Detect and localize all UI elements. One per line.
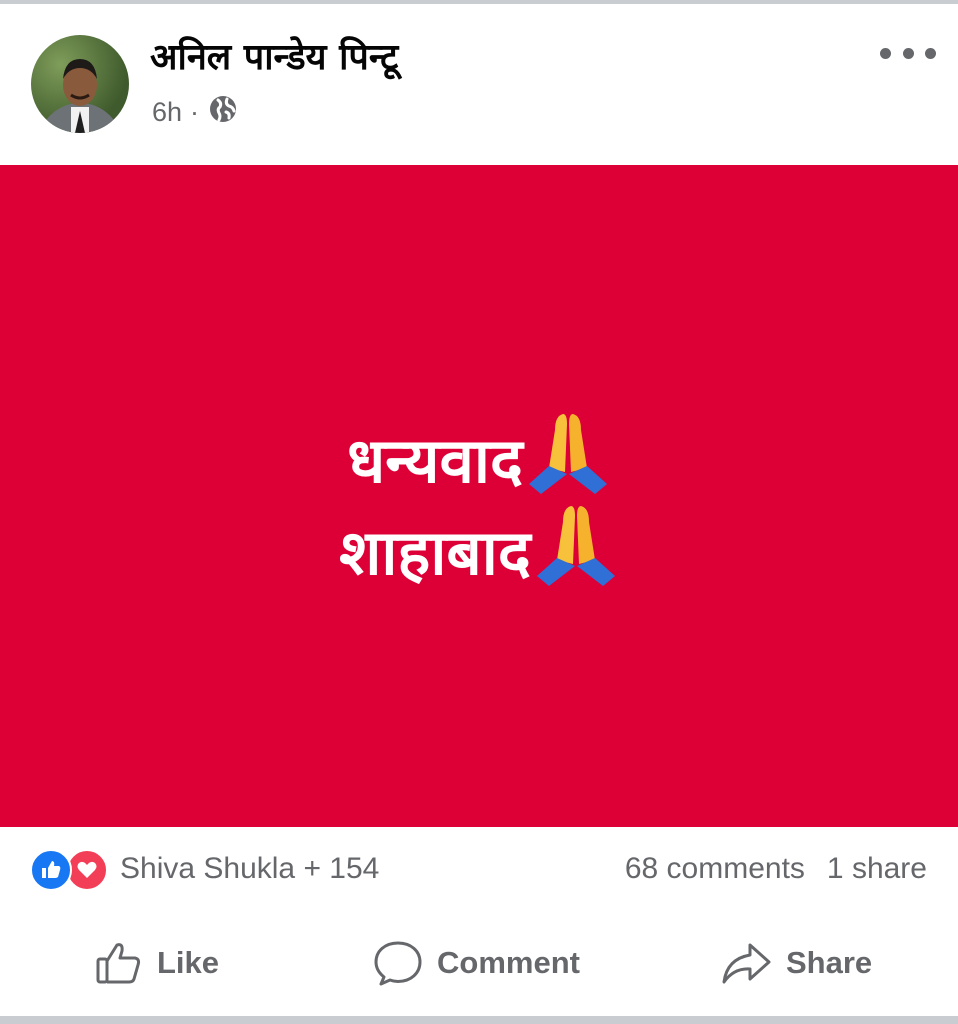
love-reaction-icon	[66, 849, 108, 891]
share-label: Share	[786, 945, 873, 980]
reaction-summary[interactable]: Shiva Shukla + 154	[30, 846, 379, 892]
post-image-line-2: शाहाबाद	[0, 502, 958, 593]
post-time[interactable]: 6h	[152, 97, 182, 128]
like-label: Like	[157, 945, 220, 980]
place-text: शाहाबाद	[339, 516, 531, 589]
thumbs-up-icon	[96, 943, 141, 984]
globe-icon[interactable]	[209, 95, 237, 130]
bottom-divider	[0, 1016, 958, 1024]
share-button[interactable]: Share	[720, 930, 872, 996]
post-meta: 6h ·	[152, 95, 237, 129]
more-dot	[902, 47, 914, 59]
comment-button[interactable]: Comment	[373, 930, 580, 996]
folded-hands-icon	[536, 506, 615, 586]
more-dot	[880, 47, 891, 59]
post-actions: Like Comment Share	[0, 930, 958, 996]
meta-separator: ·	[190, 96, 200, 127]
comment-label: Comment	[437, 945, 580, 980]
like-button[interactable]: Like	[95, 930, 219, 996]
post-image[interactable]: धन्यवाद शाहाबाद	[0, 165, 958, 827]
like-reaction-icon	[30, 849, 72, 891]
share-icon	[722, 943, 771, 984]
top-divider	[0, 0, 958, 4]
shares-count[interactable]: 1 share	[827, 852, 927, 886]
more-dot	[925, 47, 936, 59]
post-image-line-1: धन्यवाद	[0, 410, 958, 501]
author-name[interactable]: अनिल पान्डेय पिन्टू	[150, 36, 398, 80]
reaction-names: Shiva Shukla + 154	[120, 852, 380, 885]
folded-hands-icon	[528, 414, 607, 494]
comments-count[interactable]: 68 comments	[625, 852, 805, 886]
reaction-icons	[30, 848, 114, 891]
author-avatar[interactable]	[31, 35, 129, 133]
engagement-counts: 68 comments 1 share	[625, 846, 927, 892]
comment-icon	[374, 941, 422, 986]
thanks-text: धन्यवाद	[347, 424, 523, 497]
more-options-icon[interactable]	[880, 36, 936, 70]
